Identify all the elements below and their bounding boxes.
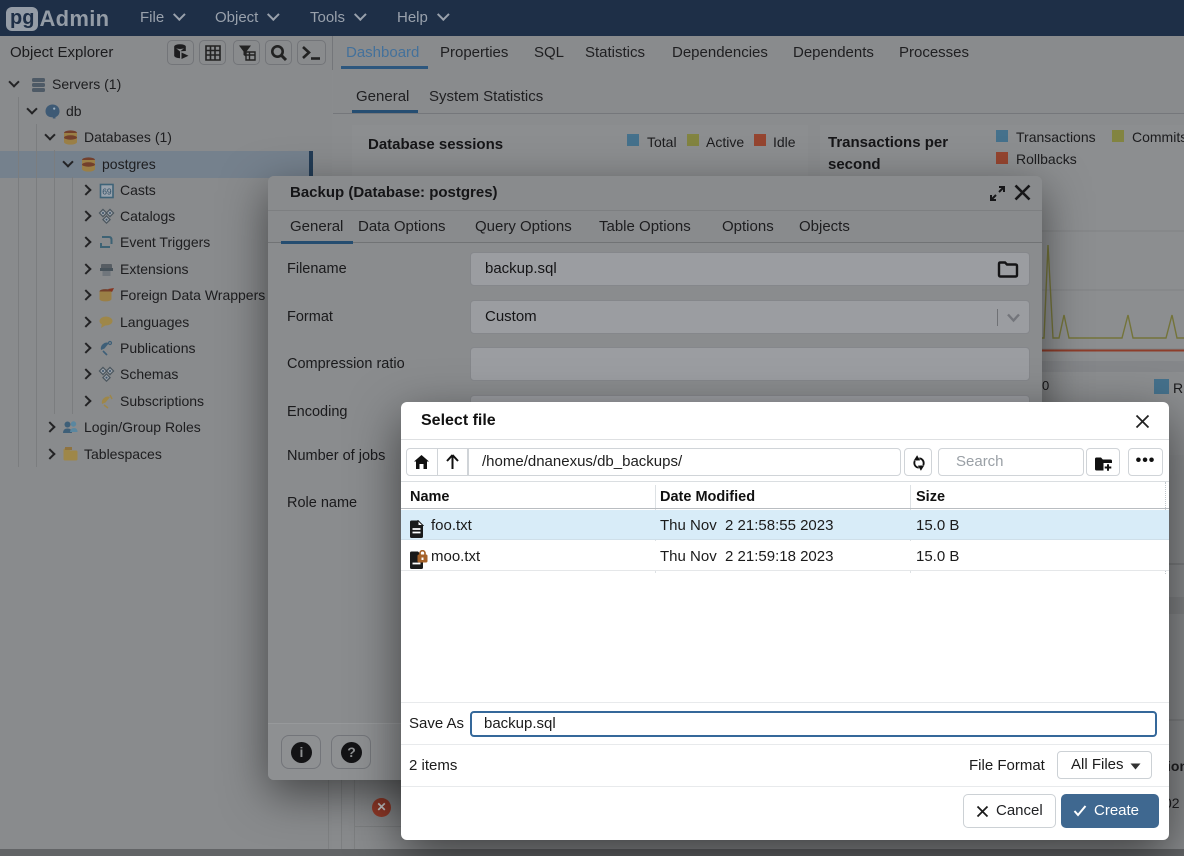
svg-text:69: 69 [102, 187, 112, 197]
